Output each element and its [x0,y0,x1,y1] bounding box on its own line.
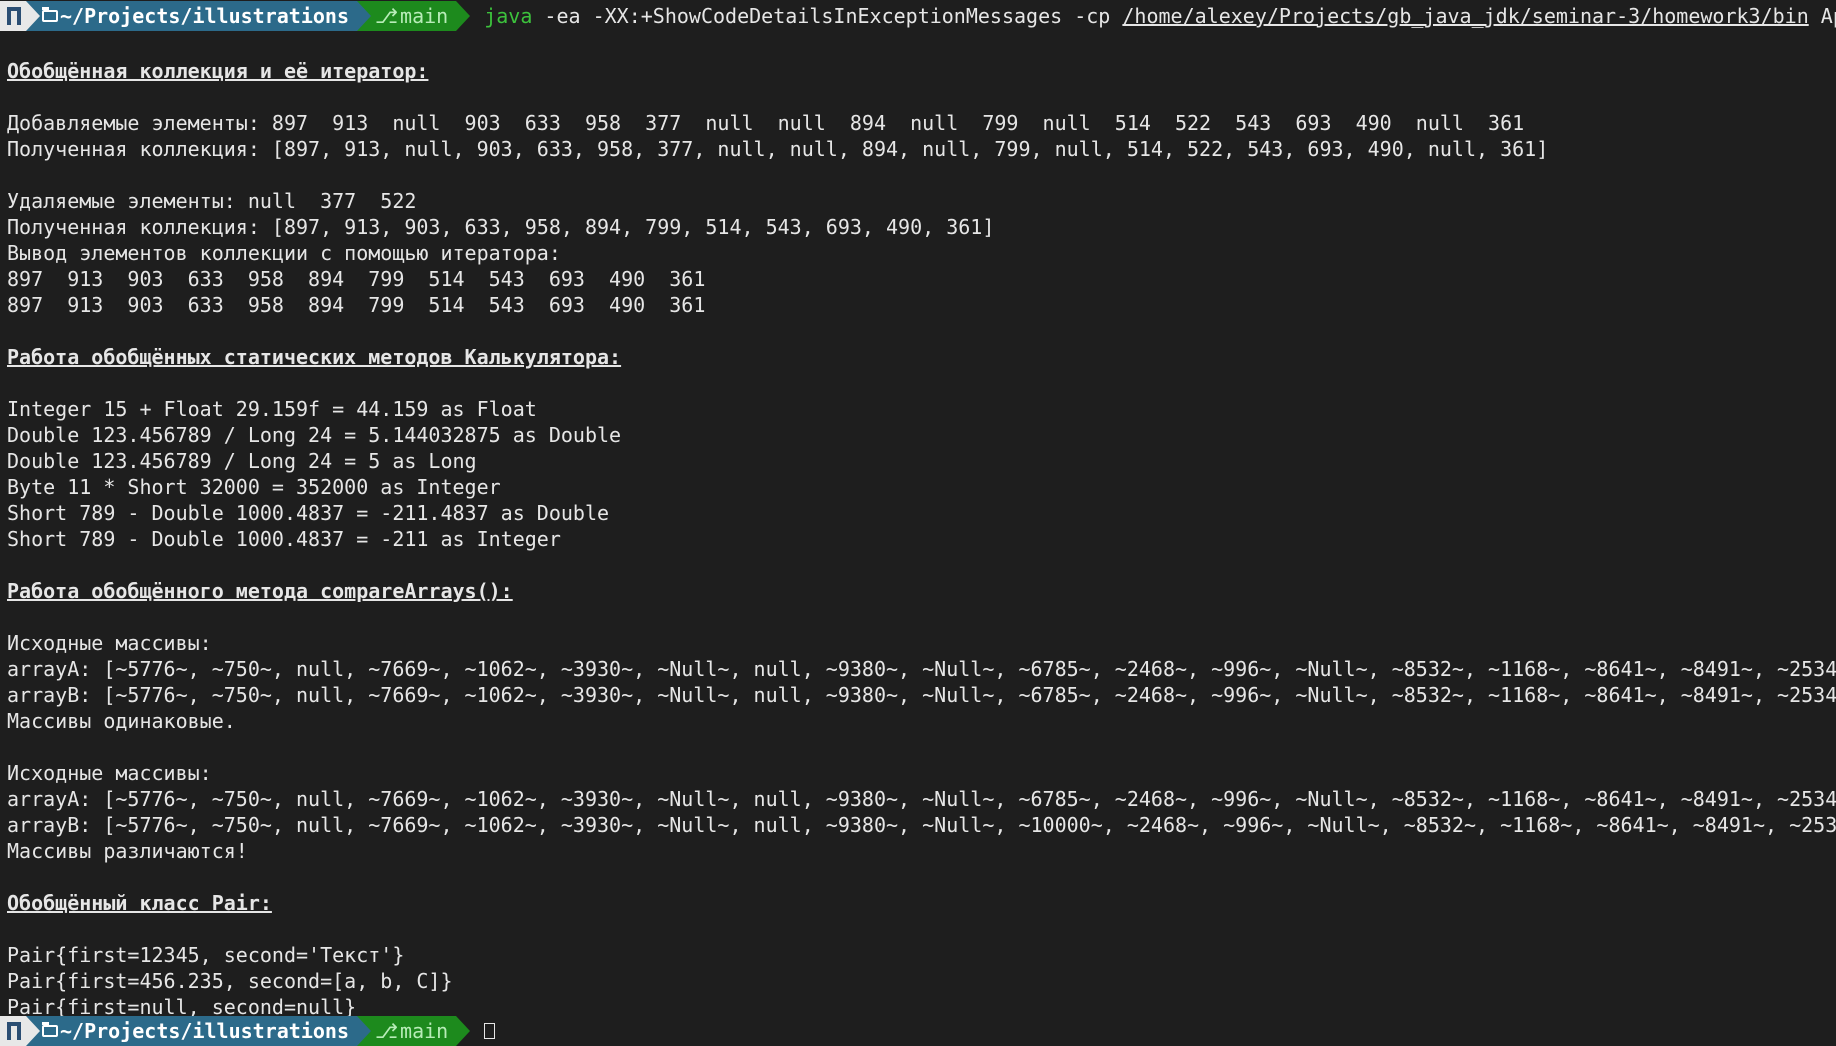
output-line-calc3: Double 123.456789 / Long 24 = 5 as Long [7,449,477,473]
output-line-src1: Исходные массивы: [7,631,212,655]
output-line-result1: Полученная коллекция: [897, 913, null, 9… [7,137,1549,161]
powerline-separator-icon [356,1016,371,1046]
powerline-separator-icon [26,1016,40,1046]
next-command-prompt: ~/Projects/illustrations ⎇ main [0,1016,496,1046]
github-branch-icon: ⎇ [374,4,399,28]
output-line-arrayA1: arrayA: [~5776~, ~750~, null, ~7669~, ~1… [7,657,1836,681]
os-segment [0,1016,26,1046]
git-branch: main [400,1019,449,1043]
command-prompt: ~/Projects/illustrations ⎇ main java -ea… [0,0,1836,32]
directory-segment: ~/Projects/illustrations [26,1016,357,1046]
current-directory: ~/Projects/illustrations [60,1019,349,1043]
output-line-removed: Удаляемые элементы: null 377 522 [7,189,417,213]
git-segment: ⎇ main [356,1,457,31]
command-tail: App [1820,4,1836,28]
output-line-same: Массивы одинаковые. [7,709,236,733]
git-segment: ⎇ main [356,1016,457,1046]
output-line-pair1: Pair{first=12345, second='Текст'} [7,943,405,967]
command-args: -ea -XX:+ShowCodeDetailsInExceptionMessa… [532,4,1123,28]
os-segment [0,1,26,31]
output-line-calc1: Integer 15 + Float 29.159f = 44.159 as F… [7,397,537,421]
powerline-separator-icon [456,1016,471,1046]
output-line-calc5: Short 789 - Double 1000.4837 = -211.4837… [7,501,610,525]
output-line-iter2: 897 913 903 633 958 894 799 514 543 693 … [7,293,706,317]
linux-distro-logo-icon [6,1022,22,1040]
section-heading-compare: Работа обобщённого метода compareArrays(… [7,579,513,603]
terminal-cursor[interactable] [484,1023,496,1039]
section-heading-collection: Обобщённая коллекция и её итератор: [7,59,429,83]
powerline-separator-icon [456,1,471,31]
output-line-result2: Полученная коллекция: [897, 913, 903, 63… [7,215,995,239]
output-line-iter-label: Вывод элементов коллекции с помощью итер… [7,241,561,265]
directory-segment: ~/Projects/illustrations [26,1,357,31]
command-line[interactable]: java -ea -XX:+ShowCodeDetailsInException… [484,4,1836,28]
powerline-separator-icon [26,1,40,31]
output-line-pair2: Pair{first=456.235, second=[a, b, C]} [7,969,453,993]
folder-open-icon [42,7,58,22]
output-line-arrayB1: arrayB: [~5776~, ~750~, null, ~7669~, ~1… [7,683,1836,707]
output-line-calc4: Byte 11 * Short 32000 = 352000 as Intege… [7,475,501,499]
linux-distro-logo-icon [6,7,22,25]
output-line-calc6: Short 789 - Double 1000.4837 = -211 as I… [7,527,561,551]
folder-open-icon [42,1022,58,1037]
output-line-arrayA2: arrayA: [~5776~, ~750~, null, ~7669~, ~1… [7,787,1836,811]
current-directory: ~/Projects/illustrations [60,4,349,28]
output-line-diff: Массивы различаются! [7,839,248,863]
output-line-iter1: 897 913 903 633 958 894 799 514 543 693 … [7,267,706,291]
terminal-window: ~/Projects/illustrations ⎇ main java -ea… [0,0,1836,1024]
section-heading-calculator: Работа обобщённых статических методов Ка… [7,345,622,369]
command-path-link[interactable]: /home/alexey/Projects/gb_java_jdk/semina… [1122,4,1808,28]
github-branch-icon: ⎇ [374,1019,399,1043]
section-heading-pair: Обобщённый класс Pair: [7,891,272,915]
output-line-added: Добавляемые элементы: 897 913 null 903 6… [7,111,1525,135]
git-branch: main [400,4,449,28]
powerline-separator-icon [356,1,371,31]
output-line-arrayB2: arrayB: [~5776~, ~750~, null, ~7669~, ~1… [7,813,1836,837]
command-java: java [484,4,533,28]
output-line-calc2: Double 123.456789 / Long 24 = 5.14403287… [7,423,622,447]
output-line-src2: Исходные массивы: [7,761,212,785]
